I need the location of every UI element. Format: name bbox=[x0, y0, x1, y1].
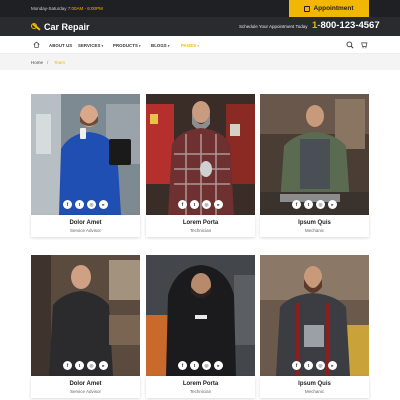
search-icon[interactable] bbox=[346, 41, 354, 49]
breadcrumb-separator: / bbox=[47, 60, 49, 65]
nav-about-us[interactable]: ABOUT US bbox=[49, 43, 72, 48]
team-role: Service Advisor bbox=[69, 389, 101, 394]
team-role: Technician bbox=[189, 228, 212, 233]
instagram-icon[interactable]: ◎ bbox=[87, 200, 96, 209]
nav-services[interactable]: SERVICES▾ bbox=[78, 43, 103, 48]
hours-days: Monday-Saturday bbox=[31, 6, 67, 11]
nav-products-label: PRODUCTS bbox=[113, 43, 138, 48]
breadcrumb-home[interactable]: Home bbox=[31, 60, 43, 65]
appointment-button[interactable]: Appointment bbox=[289, 0, 369, 17]
site-header: Car Repair Schedule Your Appointment Tod… bbox=[0, 17, 400, 36]
instagram-icon[interactable]: ◎ bbox=[202, 200, 211, 209]
team-role: Technician bbox=[189, 389, 212, 394]
wrench-icon bbox=[31, 22, 41, 32]
nav-blogs[interactable]: BLOGS▾ bbox=[151, 43, 170, 48]
hours-time: 7:00AM - 6:00PM bbox=[67, 6, 103, 11]
youtube-icon[interactable]: ▸ bbox=[99, 200, 108, 209]
team-name: Ipsum Quis bbox=[298, 381, 331, 387]
twitter-icon[interactable]: t bbox=[304, 200, 313, 209]
twitter-icon[interactable]: t bbox=[190, 361, 199, 370]
youtube-icon[interactable]: ▸ bbox=[214, 200, 223, 209]
home-icon[interactable] bbox=[33, 41, 40, 48]
phone-number[interactable]: 1-800-123-4567 bbox=[312, 20, 380, 31]
twitter-icon[interactable]: t bbox=[304, 361, 313, 370]
logo[interactable]: Car Repair bbox=[31, 20, 90, 33]
logo-text: Car Repair bbox=[44, 21, 90, 32]
team-role: Service Advisor bbox=[69, 228, 101, 233]
facebook-icon[interactable]: f bbox=[63, 200, 72, 209]
social-links: f t ◎ ▸ bbox=[31, 361, 140, 370]
social-links: f t ◎ ▸ bbox=[260, 361, 369, 370]
main-nav: ABOUT US SERVICES▾ PRODUCTS▾ BLOGS▾ PAGE… bbox=[0, 36, 400, 54]
twitter-icon[interactable]: t bbox=[75, 200, 84, 209]
team-photo: f t ◎ ▸ bbox=[146, 94, 255, 215]
team-info: Dolor Amet Service Advisor bbox=[31, 376, 140, 398]
facebook-icon[interactable]: f bbox=[292, 361, 301, 370]
team-photo: f t ◎ ▸ bbox=[31, 255, 140, 376]
facebook-icon[interactable]: f bbox=[178, 200, 187, 209]
team-info: Ipsum Quis Mechanic bbox=[260, 215, 369, 237]
nav-about-us-label: ABOUT US bbox=[49, 43, 73, 48]
schedule-text: Schedule Your Appointment Today bbox=[239, 24, 308, 29]
top-bar: Monday-Saturday 7:00AM - 6:00PM Appointm… bbox=[0, 0, 400, 17]
team-photo: f t ◎ ▸ bbox=[31, 94, 140, 215]
team-photo: f t ◎ ▸ bbox=[260, 94, 369, 215]
breadcrumb: Home / Team bbox=[0, 54, 400, 70]
twitter-icon[interactable]: t bbox=[190, 200, 199, 209]
phone-rest: 800-123-4567 bbox=[320, 20, 380, 31]
instagram-icon[interactable]: ◎ bbox=[316, 361, 325, 370]
appointment-label: Appointment bbox=[313, 5, 354, 12]
nav-products[interactable]: PRODUCTS▾ bbox=[113, 43, 141, 48]
calendar-icon bbox=[304, 5, 311, 12]
nav-pages[interactable]: PAGES▾ bbox=[181, 43, 199, 48]
nav-services-label: SERVICES bbox=[78, 43, 101, 48]
twitter-icon[interactable]: t bbox=[75, 361, 84, 370]
youtube-icon[interactable]: ▸ bbox=[328, 361, 337, 370]
facebook-icon[interactable]: f bbox=[63, 361, 72, 370]
chevron-down-icon: ▾ bbox=[197, 44, 200, 48]
social-links: f t ◎ ▸ bbox=[146, 361, 255, 370]
youtube-icon[interactable]: ▸ bbox=[328, 200, 337, 209]
team-info: Lorem Porta Technician bbox=[146, 215, 255, 237]
youtube-icon[interactable]: ▸ bbox=[99, 361, 108, 370]
nav-pages-label: PAGES bbox=[181, 43, 197, 48]
youtube-icon[interactable]: ▸ bbox=[214, 361, 223, 370]
nav-blogs-label: BLOGS bbox=[151, 43, 167, 48]
social-links: f t ◎ ▸ bbox=[260, 200, 369, 209]
chevron-down-icon: ▾ bbox=[167, 44, 170, 48]
instagram-icon[interactable]: ◎ bbox=[316, 200, 325, 209]
breadcrumb-current: Team bbox=[54, 60, 66, 65]
team-photo: f t ◎ ▸ bbox=[260, 255, 369, 376]
team-name: Lorem Porta bbox=[182, 381, 219, 387]
team-info: Lorem Porta Technician bbox=[146, 376, 255, 398]
social-links: f t ◎ ▸ bbox=[31, 200, 140, 209]
chevron-down-icon: ▾ bbox=[101, 44, 104, 48]
facebook-icon[interactable]: f bbox=[292, 200, 301, 209]
cart-icon[interactable] bbox=[361, 41, 368, 49]
social-links: f t ◎ ▸ bbox=[146, 200, 255, 209]
team-name: Dolor Amet bbox=[69, 220, 102, 226]
team-role: Mechanic bbox=[304, 228, 325, 233]
team-name: Dolor Amet bbox=[69, 381, 102, 387]
facebook-icon[interactable]: f bbox=[178, 361, 187, 370]
team-role: Mechanic bbox=[304, 389, 325, 394]
instagram-icon[interactable]: ◎ bbox=[87, 361, 96, 370]
team-info: Dolor Amet Service Advisor bbox=[31, 215, 140, 237]
team-info: Ipsum Quis Mechanic bbox=[260, 376, 369, 398]
team-name: Ipsum Quis bbox=[298, 220, 331, 226]
team-name: Lorem Porta bbox=[182, 220, 219, 226]
business-hours: Monday-Saturday 7:00AM - 6:00PM bbox=[31, 6, 103, 11]
team-photo: f t ◎ ▸ bbox=[146, 255, 255, 376]
chevron-down-icon: ▾ bbox=[138, 44, 141, 48]
instagram-icon[interactable]: ◎ bbox=[202, 361, 211, 370]
